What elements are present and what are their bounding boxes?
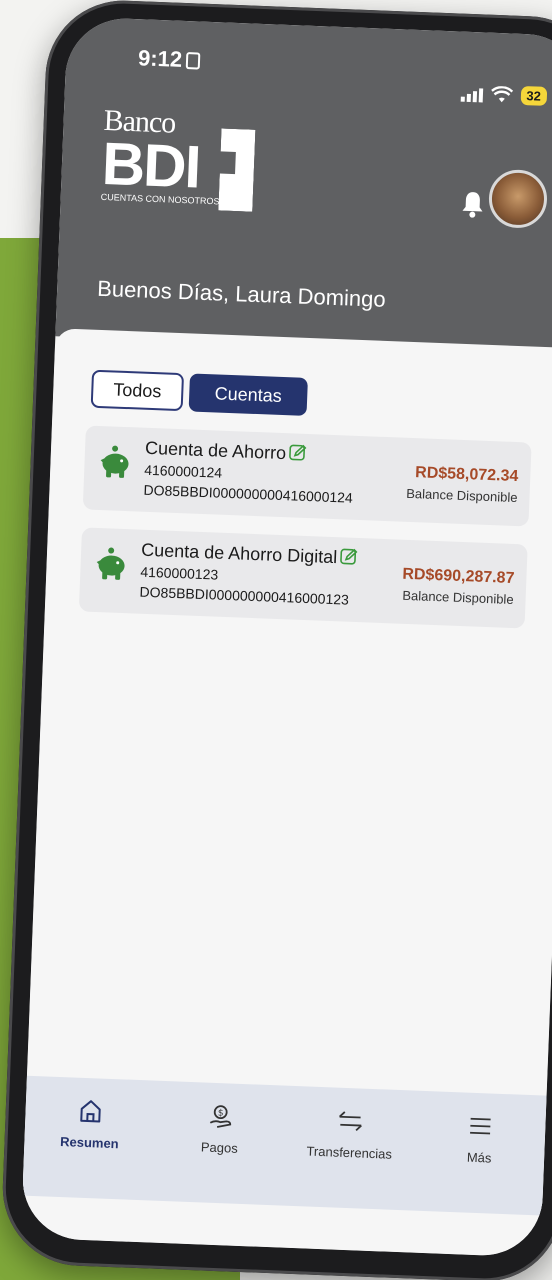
app-header: 9:12 32 Banco BDI CUENTAS CON NOSOTROS B… bbox=[55, 16, 552, 357]
battery-icon: 32 bbox=[520, 85, 548, 106]
bottom-nav: Resumen $ Pagos Transferencias Más bbox=[22, 1075, 547, 1216]
account-number: 4160000124 bbox=[143, 461, 223, 481]
wifi-icon bbox=[490, 86, 513, 104]
tab-todos[interactable]: Todos bbox=[90, 369, 185, 412]
account-number: 4160000123 bbox=[140, 563, 219, 583]
home-icon bbox=[77, 1098, 104, 1130]
account-name-text: Cuenta de Ahorro bbox=[144, 437, 287, 464]
nav-label: Más bbox=[466, 1149, 492, 1166]
signal-icon bbox=[460, 85, 483, 102]
account-iban: DO85BBDI000000000416000123 bbox=[139, 583, 350, 608]
account-name-text: Cuenta de Ahorro Digital bbox=[140, 539, 338, 568]
phone-screen: 9:12 32 Banco BDI CUENTAS CON NOSOTROS B… bbox=[20, 16, 552, 1258]
piggy-bank-icon bbox=[98, 444, 136, 486]
account-card[interactable]: Cuenta de Ahorro Digital 4160000123 DO85… bbox=[78, 527, 528, 629]
piggy-bank-icon bbox=[94, 546, 132, 588]
edit-icon[interactable] bbox=[289, 443, 308, 467]
greeting-text: Buenos Días, Laura Domingo bbox=[96, 275, 387, 312]
tab-cuentas[interactable]: Cuentas bbox=[188, 373, 308, 416]
filter-tabs: Todos Cuentas bbox=[90, 369, 308, 416]
account-balance: RD$58,072.34 bbox=[414, 464, 519, 486]
avatar[interactable] bbox=[487, 168, 549, 229]
account-card[interactable]: Cuenta de Ahorro 4160000124 DO85BBDI0000… bbox=[82, 425, 532, 527]
status-time: 9:12 bbox=[138, 45, 201, 73]
nav-label: Transferencias bbox=[306, 1143, 393, 1162]
nav-item-pagos[interactable]: $ Pagos bbox=[152, 1081, 287, 1206]
bank-logo: Banco BDI CUENTAS CON NOSOTROS bbox=[100, 104, 254, 220]
menu-icon bbox=[467, 1113, 494, 1145]
account-iban: DO85BBDI000000000416000124 bbox=[143, 481, 354, 506]
edit-icon[interactable] bbox=[340, 547, 359, 571]
nav-item-resumen[interactable]: Resumen bbox=[22, 1076, 157, 1201]
nav-label: Resumen bbox=[59, 1134, 119, 1152]
svg-text:$: $ bbox=[218, 1109, 224, 1119]
account-balance-label: Balance Disponible bbox=[402, 587, 514, 608]
money-hand-icon: $ bbox=[207, 1103, 234, 1135]
transfer-arrows-icon bbox=[336, 1108, 365, 1140]
account-balance: RD$690,287.87 bbox=[402, 565, 515, 588]
nav-item-transferencias[interactable]: Transferencias bbox=[282, 1086, 417, 1211]
account-balance-label: Balance Disponible bbox=[406, 485, 518, 506]
status-time-text: 9:12 bbox=[137, 45, 183, 72]
status-icons: 32 bbox=[460, 84, 548, 106]
nav-item-mas[interactable]: Más bbox=[412, 1091, 547, 1216]
notification-box-icon bbox=[185, 52, 201, 70]
bell-icon[interactable] bbox=[460, 190, 485, 224]
nav-label: Pagos bbox=[200, 1139, 239, 1156]
